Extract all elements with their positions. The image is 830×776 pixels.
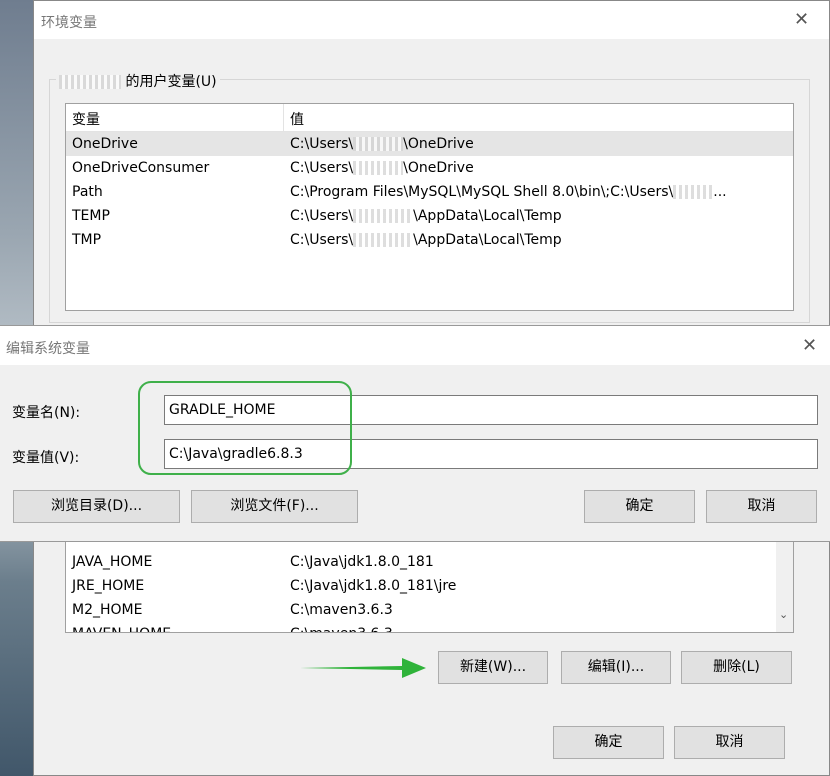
variable-name-label: 变量名(N):	[12, 405, 81, 421]
column-header-value[interactable]: 值	[290, 109, 304, 129]
edit-cancel-button[interactable]: 取消	[706, 490, 817, 523]
user-variables-list[interactable]: 变量 值 OneDrive C:\Users\ \OneDrive OneDriv…	[65, 103, 794, 311]
user-variables-label: 的用户变量(U)	[56, 71, 220, 91]
close-icon[interactable]: ✕	[794, 9, 809, 30]
table-row[interactable]: JAVA_HOME C:\Java\jdk1.8.0_181	[66, 550, 793, 574]
table-row[interactable]: OneDrive C:\Users\ \OneDrive	[66, 132, 793, 156]
delete-variable-button[interactable]: 删除(L)	[681, 651, 792, 684]
browse-file-button[interactable]: 浏览文件(F)...	[191, 490, 358, 523]
arrow-right-icon	[300, 658, 426, 678]
env-cancel-button[interactable]: 取消	[674, 726, 785, 759]
close-icon[interactable]: ✕	[802, 335, 817, 356]
table-row[interactable]: M2_HOME C:\maven3.6.3	[66, 598, 793, 622]
table-row[interactable]: MAVEN_HOME C:\maven3.6.3	[66, 622, 793, 632]
env-titlebar: 环境变量 ✕	[34, 1, 829, 39]
table-row[interactable]: JRE_HOME C:\Java\jdk1.8.0_181\jre	[66, 574, 793, 598]
edit-system-variable-dialog: 编辑系统变量 ✕ 变量名(N): GRADLE_HOME 变量值(V): C:\…	[0, 325, 830, 542]
vertical-scrollbar[interactable]: ⌄	[776, 542, 793, 632]
table-row[interactable]: OneDriveConsumer C:\Users\ \OneDrive	[66, 156, 793, 180]
variable-value-label: 变量值(V):	[12, 450, 80, 466]
column-header-variable[interactable]: 变量	[72, 109, 100, 129]
highlight-annotation	[138, 381, 352, 475]
edit-variable-button[interactable]: 编辑(I)...	[561, 651, 671, 684]
table-row[interactable]: TEMP C:\Users\ \AppData\Local\Temp	[66, 204, 793, 228]
edit-dialog-title: 编辑系统变量	[6, 341, 90, 357]
edit-ok-button[interactable]: 确定	[584, 490, 695, 523]
env-ok-button[interactable]: 确定	[553, 726, 664, 759]
list-header: 变量 值	[66, 104, 793, 132]
table-row[interactable]: TMP C:\Users\ \AppData\Local\Temp	[66, 228, 793, 252]
browse-directory-button[interactable]: 浏览目录(D)...	[13, 490, 180, 523]
edit-dialog-titlebar: 编辑系统变量 ✕	[0, 326, 830, 365]
env-window-title: 环境变量	[41, 15, 97, 31]
new-variable-button[interactable]: 新建(W)...	[438, 651, 548, 684]
system-variables-list[interactable]: JAVA_HOME C:\Java\jdk1.8.0_181 JRE_HOME …	[65, 541, 794, 633]
redacted-username	[59, 75, 121, 89]
table-row[interactable]: Path C:\Program Files\MySQL\MySQL Shell …	[66, 180, 793, 204]
chevron-down-icon[interactable]: ⌄	[779, 608, 788, 621]
